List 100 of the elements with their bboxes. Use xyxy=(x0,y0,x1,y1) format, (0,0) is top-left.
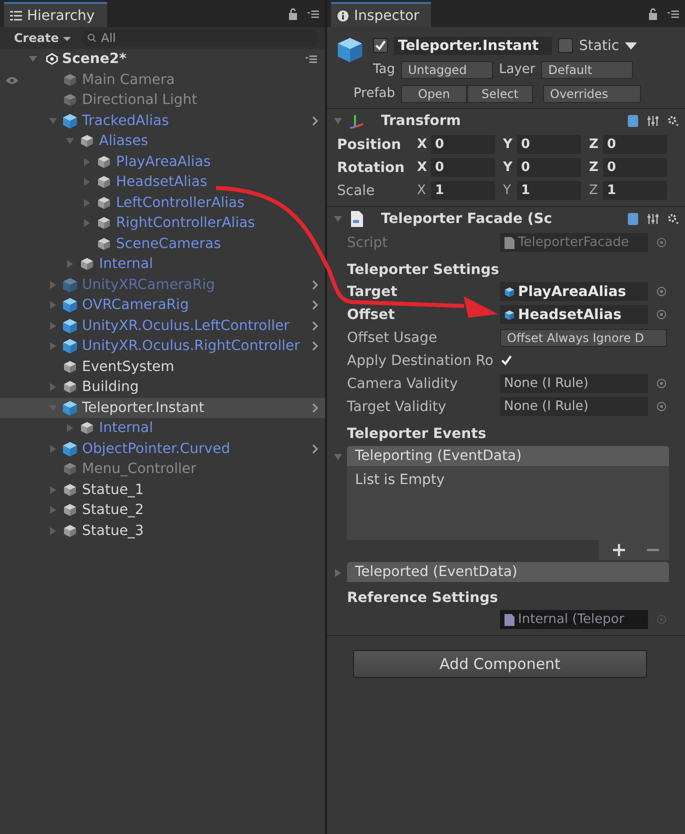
chevron-right-icon[interactable] xyxy=(311,402,319,414)
hierarchy-tab[interactable]: Hierarchy xyxy=(4,2,107,27)
number-field[interactable]: 1 xyxy=(603,181,667,200)
object-picker-icon[interactable] xyxy=(656,286,667,297)
expand-arrow-icon[interactable] xyxy=(48,444,58,454)
object-field[interactable]: PlayAreaAlias xyxy=(500,282,648,301)
scene-name[interactable]: Scene2* xyxy=(62,51,126,68)
sliders-icon[interactable] xyxy=(647,213,659,225)
chevron-right-icon[interactable] xyxy=(311,320,319,332)
expand-arrow-icon[interactable] xyxy=(65,423,75,434)
menu-icon[interactable] xyxy=(667,8,679,20)
expand-arrow-icon[interactable] xyxy=(333,214,343,224)
chevron-right-icon[interactable] xyxy=(311,340,319,352)
expand-arrow-icon[interactable] xyxy=(48,116,58,126)
object-name[interactable]: Statue_2 xyxy=(82,502,144,518)
expand-arrow-icon[interactable] xyxy=(48,484,58,495)
tag-dropdown[interactable]: Untagged xyxy=(401,60,493,78)
object-name[interactable]: Statue_3 xyxy=(82,522,144,539)
expand-arrow-icon[interactable] xyxy=(48,300,58,310)
expand-arrow-icon[interactable] xyxy=(333,116,343,126)
checkbox[interactable] xyxy=(500,354,513,367)
layer-dropdown[interactable]: Default xyxy=(541,60,634,78)
expand-arrow-icon[interactable] xyxy=(48,526,58,536)
expand-arrow-icon[interactable] xyxy=(82,198,92,208)
object-picker-icon[interactable] xyxy=(656,237,667,248)
object-field[interactable]: Internal (Telepor xyxy=(500,610,648,629)
object-name[interactable]: OVRCameraRig xyxy=(82,297,189,314)
lock-icon[interactable] xyxy=(287,8,299,20)
object-name[interactable]: LeftControllerAlias xyxy=(116,194,244,211)
expand-arrow-icon[interactable] xyxy=(82,218,92,228)
add-component-button[interactable]: Add Component xyxy=(353,650,647,678)
number-field[interactable]: 1 xyxy=(517,181,581,200)
menu-icon[interactable] xyxy=(305,53,317,66)
object-picker-icon[interactable] xyxy=(656,309,667,320)
object-name[interactable]: TrackedAlias xyxy=(82,112,169,129)
selected-row[interactable]: Teleporter.Instant xyxy=(0,398,325,418)
active-checkbox[interactable] xyxy=(373,38,388,53)
settings-icon[interactable] xyxy=(667,213,679,225)
chevron-right-icon[interactable] xyxy=(311,278,319,291)
component-title[interactable]: Transform xyxy=(381,113,461,129)
event-header[interactable]: Teleporting (EventData) xyxy=(347,446,669,466)
prefab-button[interactable]: Select xyxy=(467,84,533,102)
object-name[interactable]: Internal xyxy=(99,256,153,272)
expand-arrow-icon[interactable] xyxy=(48,505,58,516)
expand-arrow-icon[interactable] xyxy=(65,136,75,146)
dropdown-arrow-icon[interactable] xyxy=(625,40,638,52)
number-field[interactable]: 0 xyxy=(517,135,581,154)
object-name[interactable]: Statue_1 xyxy=(82,482,144,498)
object-name[interactable]: RightControllerAlias xyxy=(116,215,255,232)
expand-arrow-icon[interactable] xyxy=(48,341,58,352)
search-field[interactable]: All xyxy=(81,30,319,46)
number-field[interactable]: 0 xyxy=(517,158,581,177)
object-field[interactable]: HeadsetAlias xyxy=(500,305,648,324)
object-name[interactable]: Building xyxy=(82,379,139,396)
object-field[interactable]: None (I Rule) xyxy=(500,374,648,393)
expand-arrow-icon[interactable] xyxy=(82,177,92,188)
expand-arrow-icon[interactable] xyxy=(48,320,58,331)
inspector-tab[interactable]: Inspector xyxy=(331,2,432,27)
component-title[interactable]: Teleporter Facade (Sc xyxy=(381,211,552,227)
sliders-icon[interactable] xyxy=(647,115,659,127)
event-header[interactable]: Teleported (EventData) xyxy=(347,562,669,582)
lock-icon[interactable] xyxy=(647,8,659,20)
prefab-button[interactable]: Open xyxy=(401,84,467,102)
number-field[interactable]: 0 xyxy=(603,158,667,177)
offset-usage-dropdown[interactable]: Offset Always Ignore D xyxy=(500,328,667,346)
object-name[interactable]: PlayAreaAlias xyxy=(116,154,211,170)
help-icon[interactable] xyxy=(627,213,639,225)
object-picker-icon[interactable] xyxy=(656,614,667,625)
number-field[interactable]: 0 xyxy=(431,135,495,154)
object-name[interactable]: UnityXR.Oculus.RightController xyxy=(82,338,300,354)
object-name[interactable]: Internal xyxy=(99,420,153,436)
expand-arrow-icon[interactable] xyxy=(65,259,75,270)
object-name[interactable]: SceneCameras xyxy=(116,236,221,252)
object-name[interactable]: Aliases xyxy=(99,133,148,150)
object-name[interactable]: Teleporter.Instant xyxy=(82,400,204,416)
plus-icon[interactable] xyxy=(613,544,625,556)
object-name[interactable]: HeadsetAlias xyxy=(116,174,208,190)
settings-icon[interactable] xyxy=(667,115,679,127)
expand-arrow-icon[interactable] xyxy=(82,156,92,167)
object-picker-icon[interactable] xyxy=(656,401,667,412)
number-field[interactable]: 1 xyxy=(431,181,495,200)
create-dropdown[interactable]: Create xyxy=(10,31,76,45)
expand-arrow-icon[interactable] xyxy=(333,568,343,578)
chevron-right-icon[interactable] xyxy=(311,299,319,312)
overrides-dropdown[interactable]: Overrides xyxy=(543,84,641,102)
eye-icon[interactable] xyxy=(5,76,19,84)
chevron-right-icon[interactable] xyxy=(311,114,319,127)
object-field[interactable]: None (I Rule) xyxy=(500,397,648,416)
object-picker-icon[interactable] xyxy=(656,378,667,389)
name-field[interactable]: Teleporter.Instant xyxy=(394,36,552,54)
expand-arrow-icon[interactable] xyxy=(48,382,58,392)
help-icon[interactable] xyxy=(627,115,639,127)
number-field[interactable]: 0 xyxy=(431,158,495,177)
chevron-right-icon[interactable] xyxy=(311,442,319,455)
number-field[interactable]: 0 xyxy=(603,135,667,154)
object-name[interactable]: ObjectPointer.Curved xyxy=(82,440,230,457)
expand-arrow-icon[interactable] xyxy=(333,452,343,462)
static-checkbox[interactable] xyxy=(558,38,573,53)
expand-arrow-icon[interactable] xyxy=(48,280,58,290)
object-name[interactable]: UnityXR.Oculus.LeftController xyxy=(82,318,290,334)
